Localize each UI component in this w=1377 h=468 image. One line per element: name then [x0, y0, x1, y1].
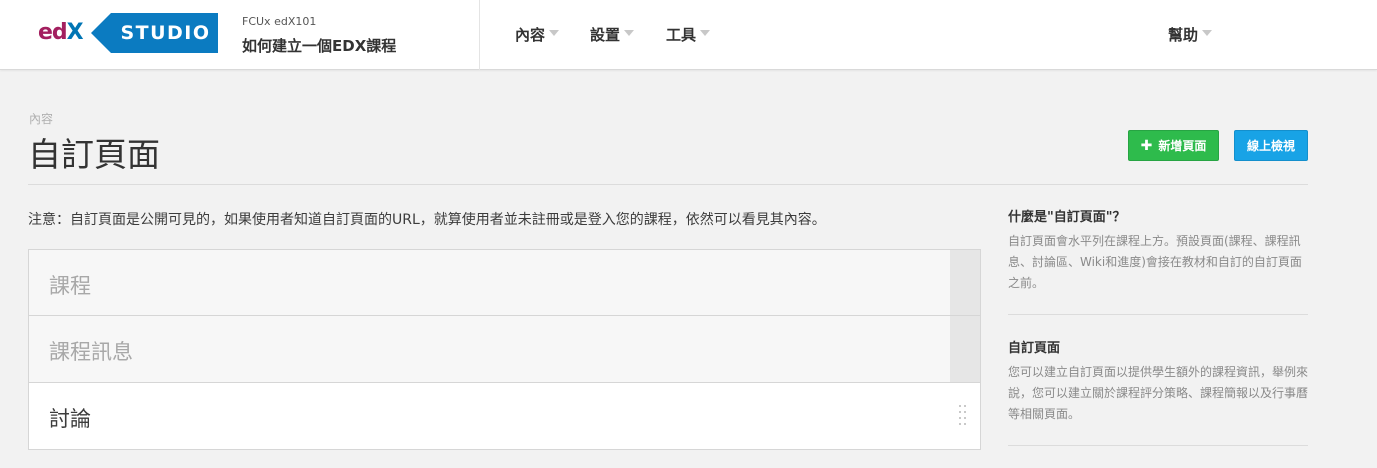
sidebar-block-what-are-pages: 什麼是"自訂頁面"？ 自訂頁面會水平列在課程上方。預設頁面(課程、課程訊息、討論… [1008, 206, 1308, 315]
edx-logo: edX [38, 20, 84, 45]
view-live-label: 線上檢視 [1246, 139, 1295, 153]
page-title: 自訂頁面 [28, 135, 160, 174]
breadcrumb: 內容 [29, 112, 54, 126]
new-page-button[interactable]: ✚ 新增頁面 [1128, 130, 1219, 161]
help-menu[interactable]: 幫助 [1168, 24, 1213, 45]
view-live-button[interactable]: 線上檢視 [1234, 130, 1308, 161]
studio-header: edX STUDIO FCUx edX101 如何建立一個EDX課程 內容 設置… [0, 0, 1377, 70]
page-tab-label: 課程 [49, 274, 91, 298]
drag-handle-icon[interactable] [959, 405, 967, 427]
sidebar-block-text: 自訂頁面會水平列在課程上方。預設頁面(課程、課程訊息、討論區、Wiki和進度)會… [1008, 234, 1302, 290]
sidebar-block-title: 自訂頁面 [1008, 341, 1061, 356]
plus-icon: ✚ [1140, 137, 1153, 154]
nav-settings-menu[interactable]: 設置 [590, 24, 635, 45]
list-item-course-info: 課程訊息 [28, 316, 981, 383]
edx-studio-logo[interactable]: edX STUDIO [38, 13, 218, 53]
studio-badge: STUDIO [91, 13, 218, 53]
nav-tools-menu[interactable]: 工具 [666, 24, 711, 45]
list-item-course: 課程 [28, 249, 981, 316]
fixed-tab-strip [950, 316, 980, 382]
header-divider [479, 0, 480, 70]
fixed-tab-strip [950, 250, 980, 315]
chevron-down-icon [549, 29, 560, 36]
studio-label: STUDIO [120, 22, 211, 44]
nav-tools-label: 工具 [666, 26, 697, 44]
course-name[interactable]: 如何建立一個EDX課程 [242, 35, 396, 56]
course-id: FCUx edX101 [242, 15, 317, 28]
list-item-discussion[interactable]: 討論 [28, 383, 981, 450]
chevron-down-icon [700, 29, 711, 36]
nav-content-menu[interactable]: 內容 [515, 24, 560, 45]
title-divider [28, 184, 1308, 185]
page-tab-label: 討論 [49, 407, 91, 431]
sidebar-block-title: 什麼是"自訂頁面"？ [1008, 210, 1126, 225]
public-visibility-note: 注意：自訂頁面是公開可見的，如果使用者知道自訂頁面的URL，就算使用者並未註冊或… [28, 212, 826, 228]
nav-settings-label: 設置 [590, 26, 621, 44]
chevron-down-icon [1202, 29, 1213, 36]
pages-list: 課程 課程訊息 討論 [28, 249, 981, 450]
help-label: 幫助 [1168, 26, 1199, 44]
sidebar-block-custom-pages: 自訂頁面 您可以建立自訂頁面以提供學生額外的課程資訊，舉例來說，您可以建立關於課… [1008, 337, 1308, 446]
new-page-label: 新增頁面 [1158, 139, 1207, 153]
page-tab-label: 課程訊息 [49, 340, 133, 364]
help-sidebar: 什麼是"自訂頁面"？ 自訂頁面會水平列在課程上方。預設頁面(課程、課程訊息、討論… [1008, 206, 1308, 468]
chevron-down-icon [624, 29, 635, 36]
nav-content-label: 內容 [515, 26, 546, 44]
sidebar-block-text: 您可以建立自訂頁面以提供學生額外的課程資訊，舉例來說，您可以建立關於課程評分策略… [1008, 365, 1309, 421]
